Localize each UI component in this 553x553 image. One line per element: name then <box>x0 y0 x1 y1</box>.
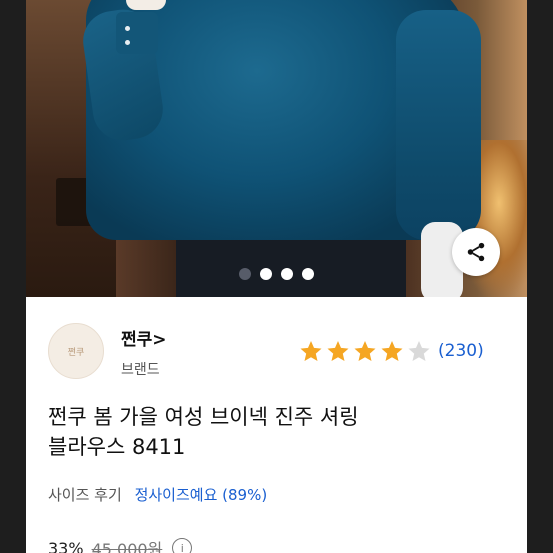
star-filled-icon <box>300 341 322 361</box>
product-title-line: 쩐쿠 봄 가을 여성 브이넥 진주 셔링 <box>48 405 359 429</box>
product-detail-screen: 쩐쿠 쩐쿠> 브랜드 (230) 쩐쿠 봄 가을 여성 브이넥 진주 셔링 블라… <box>26 0 527 553</box>
rating-summary[interactable]: (230) <box>299 339 484 363</box>
star-filled-icon <box>327 341 349 361</box>
cuff-button <box>125 40 130 45</box>
pagination-dot[interactable] <box>302 268 314 280</box>
pagination-dot[interactable] <box>281 268 293 280</box>
cuff-image <box>116 12 158 54</box>
size-review-value: 정사이즈예요 (89%) <box>134 486 268 504</box>
rating-count[interactable]: (230) <box>438 341 484 361</box>
gallery-pagination <box>26 268 527 280</box>
pagination-dot[interactable] <box>239 268 251 280</box>
price-row: 33% 45,000원 i <box>48 536 193 553</box>
right-sleeve-image <box>396 10 481 240</box>
brand-name-link[interactable]: 쩐쿠> <box>121 325 167 350</box>
share-icon <box>467 242 485 262</box>
info-icon[interactable]: i <box>172 538 193 553</box>
size-review-label: 사이즈 후기 <box>48 486 122 504</box>
cuff-button <box>125 26 130 31</box>
brand-subtitle: 브랜드 <box>121 362 160 378</box>
star-filled-icon <box>354 341 376 361</box>
original-price: 45,000원 <box>91 540 163 553</box>
star-empty-icon <box>408 341 430 361</box>
hand-image <box>126 0 166 10</box>
product-image-gallery[interactable] <box>26 0 527 297</box>
brand-logo[interactable]: 쩐쿠 <box>48 323 104 379</box>
pagination-dot[interactable] <box>260 268 272 280</box>
brand-logo-text: 쩐쿠 <box>67 347 85 358</box>
discount-rate: 33% <box>48 538 84 553</box>
brand-row: 쩐쿠 쩐쿠> 브랜드 (230) <box>26 313 527 393</box>
product-title: 쩐쿠 봄 가을 여성 브이넥 진주 셔링 블라우스 8411 <box>48 402 508 462</box>
size-review[interactable]: 사이즈 후기 정사이즈예요 (89%) <box>48 484 267 505</box>
star-filled-icon <box>381 341 403 361</box>
product-title-line: 블라우스 8411 <box>48 435 186 459</box>
